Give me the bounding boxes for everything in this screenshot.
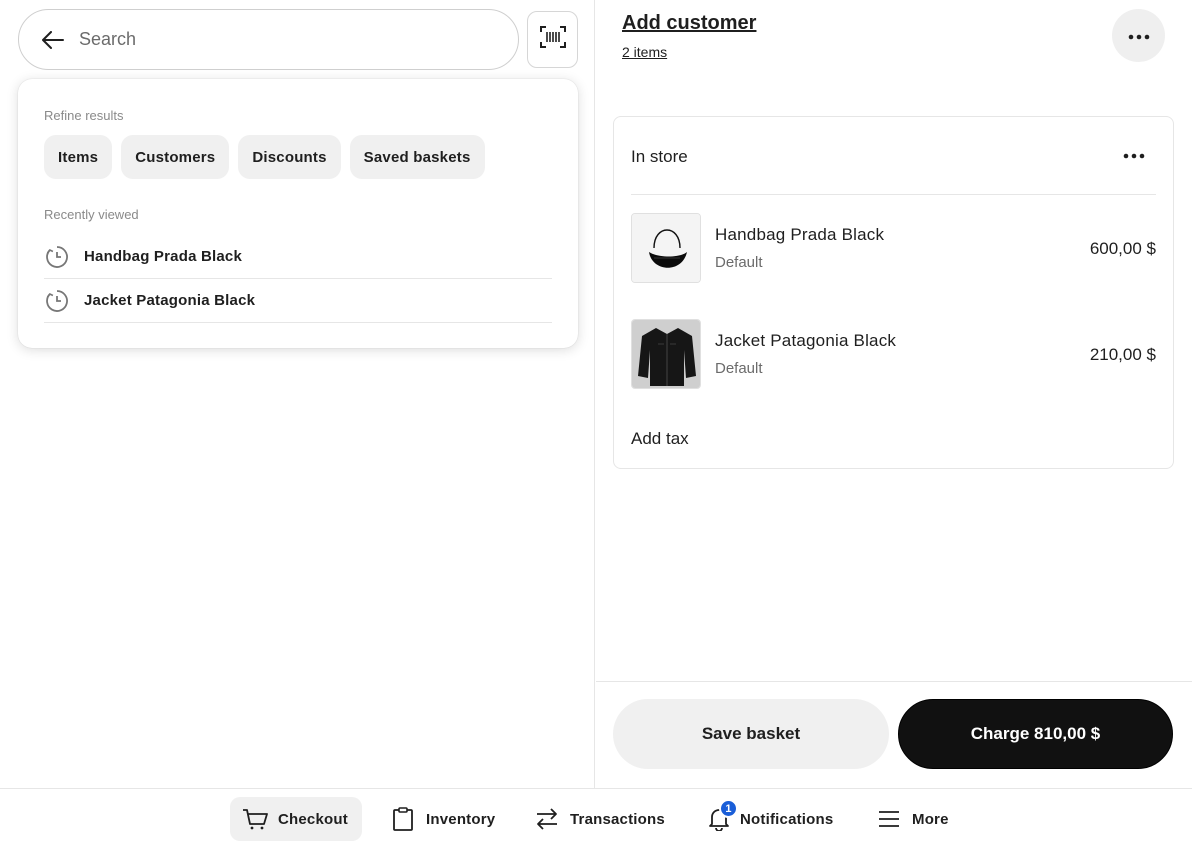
clipboard-icon — [390, 806, 416, 832]
nav-more[interactable]: More — [864, 797, 963, 841]
line-item-price: 600,00 $ — [1089, 239, 1156, 258]
bottom-navigation: Checkout Inventory Transactions 1 Notifi… — [0, 788, 1192, 844]
nav-label: Inventory — [426, 810, 496, 828]
menu-icon — [876, 806, 902, 832]
nav-label: Notifications — [740, 810, 834, 828]
charge-button[interactable]: Charge 810,00 $ — [898, 699, 1173, 769]
line-item-variant: Default — [715, 254, 763, 271]
product-thumbnail-jacket — [631, 319, 701, 389]
recent-item-label: Jacket Patagonia Black — [84, 292, 256, 309]
recent-list: Handbag Prada Black Jacket Patagonia Bla… — [44, 235, 552, 323]
add-tax-button[interactable]: Add tax — [631, 429, 689, 449]
line-item-variant: Default — [715, 360, 763, 377]
nav-transactions[interactable]: Transactions — [522, 797, 679, 841]
save-basket-button[interactable]: Save basket — [613, 699, 889, 769]
search-pane: Refine results Items Customers Discounts… — [0, 0, 595, 788]
divider — [631, 194, 1156, 195]
location-more-button[interactable] — [1118, 143, 1150, 167]
notification-badge: 1 — [719, 799, 738, 818]
divider — [596, 681, 1192, 682]
nav-label: Transactions — [570, 810, 665, 828]
arrow-left-icon[interactable] — [41, 28, 65, 52]
recent-item-label: Handbag Prada Black — [84, 248, 243, 265]
cart-line-item[interactable]: Handbag Prada Black Default 600,00 $ — [631, 213, 1156, 283]
add-customer-link[interactable]: Add customer — [622, 12, 756, 35]
barcode-icon — [539, 26, 566, 53]
nav-notifications[interactable]: 1 Notifications — [694, 797, 847, 841]
chip-customers[interactable]: Customers — [121, 135, 230, 179]
refine-results-label: Refine results — [44, 108, 124, 123]
cart-line-item[interactable]: Jacket Patagonia Black Default 210,00 $ — [631, 319, 1156, 389]
location-label: In store — [631, 147, 688, 166]
more-horizontal-icon — [1123, 146, 1145, 164]
nav-label: Checkout — [278, 810, 348, 828]
cart-card: In store Handbag Prada Black Default 600… — [613, 116, 1174, 469]
items-count-link[interactable]: 2 items — [622, 44, 667, 60]
nav-checkout[interactable]: Checkout — [230, 797, 362, 841]
history-clock-icon — [45, 289, 69, 313]
line-item-name: Jacket Patagonia Black — [715, 331, 897, 350]
chip-saved-baskets[interactable]: Saved baskets — [349, 135, 485, 179]
cart-more-button[interactable] — [1112, 9, 1165, 62]
recent-item[interactable]: Handbag Prada Black — [44, 235, 552, 279]
cart-icon — [242, 806, 268, 832]
refine-chips: Items Customers Discounts Saved baskets — [44, 135, 485, 179]
recent-item[interactable]: Jacket Patagonia Black — [44, 279, 552, 323]
cart-pane: Add customer 2 items In store Handbag Pr… — [596, 0, 1192, 788]
line-item-price: 210,00 $ — [1089, 345, 1156, 364]
line-item-name: Handbag Prada Black — [715, 225, 885, 244]
bell-icon: 1 — [706, 799, 738, 832]
search-input[interactable] — [79, 29, 479, 50]
barcode-scan-button[interactable] — [527, 11, 578, 68]
transfer-arrows-icon — [534, 806, 560, 832]
chip-discounts[interactable]: Discounts — [238, 135, 341, 179]
nav-label: More — [912, 810, 949, 828]
more-horizontal-icon — [1128, 27, 1150, 45]
recently-viewed-label: Recently viewed — [44, 207, 139, 222]
history-clock-icon — [45, 245, 69, 269]
product-thumbnail-handbag — [631, 213, 701, 283]
search-suggestions-dropdown: Refine results Items Customers Discounts… — [18, 79, 578, 348]
chip-items[interactable]: Items — [44, 135, 113, 179]
nav-inventory[interactable]: Inventory — [378, 797, 509, 841]
search-bar[interactable] — [18, 9, 519, 70]
